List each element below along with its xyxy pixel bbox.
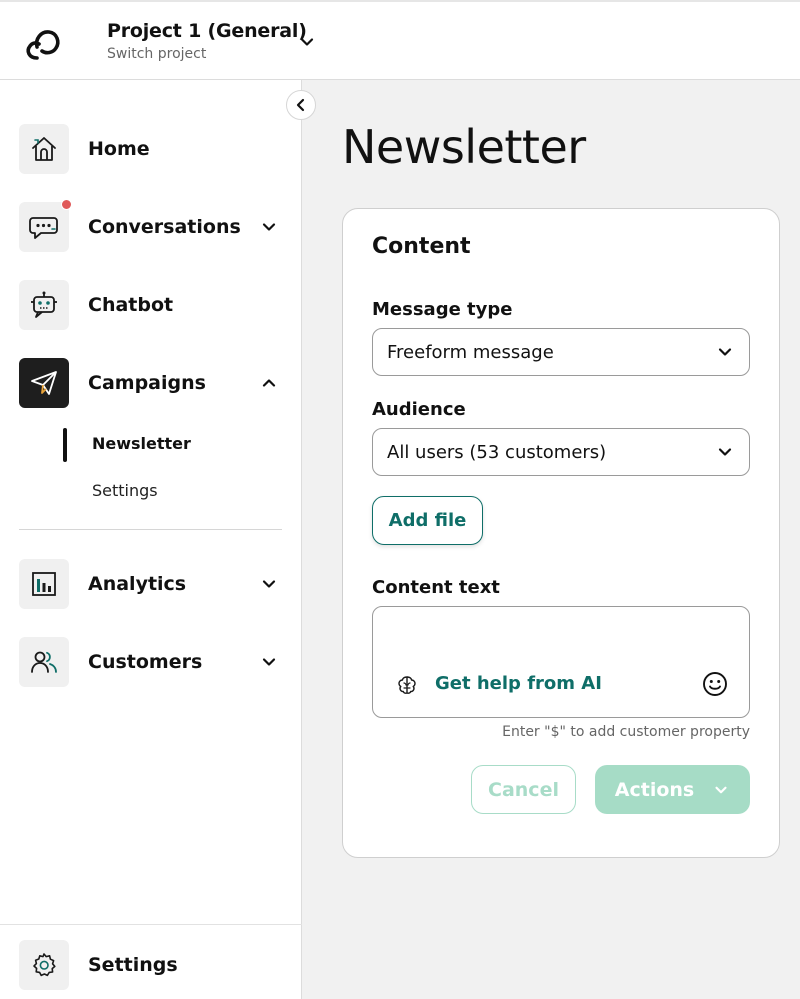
content-text-area[interactable] — [372, 606, 750, 718]
robot-icon — [31, 291, 57, 318]
chevron-down-icon — [718, 448, 732, 456]
sidebar-item-label: Chatbot — [88, 294, 174, 316]
actions-button[interactable]: Actions — [595, 765, 750, 814]
content-text-label: Content text — [372, 577, 500, 598]
sidebar-collapse-button[interactable] — [286, 90, 316, 120]
audience-select[interactable]: All users (53 customers) — [372, 428, 750, 476]
chevron-down-icon[interactable] — [259, 574, 279, 594]
get-help-from-ai-link[interactable]: Get help from AI — [435, 673, 602, 694]
sidebar-item-campaigns[interactable]: Campaigns — [19, 358, 283, 408]
sidebar-item-label: Conversations — [88, 216, 241, 238]
actions-button-label: Actions — [614, 778, 695, 801]
emoji-smiley-icon[interactable] — [702, 671, 728, 697]
message-type-value: Freeform message — [387, 341, 554, 363]
message-type-label: Message type — [372, 299, 513, 320]
home-icon — [32, 137, 56, 161]
sidebar-item-chatbot[interactable]: Chatbot — [19, 280, 283, 330]
home-icon-tile — [19, 124, 69, 174]
content-text-hint: Enter "$" to add customer property — [502, 724, 750, 740]
gear-icon — [33, 953, 56, 977]
audience-value: All users (53 customers) — [387, 441, 607, 463]
sidebar-item-label: Home — [88, 138, 150, 160]
top-bar: Project 1 (General) Switch project — [0, 0, 800, 80]
chevron-left-icon — [296, 98, 305, 112]
chevron-down-icon[interactable] — [259, 217, 279, 237]
chat-bubble-icon-tile — [19, 199, 72, 252]
users-icon-tile — [19, 637, 69, 687]
chat-bubble-icon — [29, 217, 58, 239]
sidebar-item-conversations[interactable]: Conversations — [19, 199, 283, 252]
active-sub-item-indicator — [63, 428, 67, 462]
chevron-down-icon — [715, 786, 727, 793]
cancel-button[interactable]: Cancel — [471, 765, 576, 814]
ai-brain-icon[interactable] — [396, 674, 418, 696]
card-title: Content — [372, 234, 471, 259]
sidebar-footer-label: Settings — [88, 954, 178, 976]
chevron-up-icon[interactable] — [259, 373, 279, 393]
project-title[interactable]: Project 1 (General) — [107, 20, 307, 42]
cloud-logo-icon[interactable] — [22, 22, 64, 64]
bar-chart-icon — [32, 572, 56, 596]
paper-plane-icon — [31, 371, 57, 395]
page-title: Newsletter — [342, 120, 586, 174]
sidebar-footer-divider — [0, 924, 302, 925]
sidebar-item-label: Campaigns — [88, 372, 206, 394]
sidebar-subitem-newsletter[interactable]: Newsletter — [92, 434, 191, 453]
sidebar-item-analytics[interactable]: Analytics — [19, 559, 283, 609]
paper-plane-icon-tile — [19, 358, 69, 408]
chevron-down-icon[interactable] — [297, 32, 317, 52]
sidebar-item-customers[interactable]: Customers — [19, 637, 283, 687]
robot-icon-tile — [19, 280, 69, 330]
sidebar-item-label: Analytics — [88, 573, 187, 595]
sidebar-subitem-settings[interactable]: Settings — [92, 481, 158, 500]
audience-label: Audience — [372, 399, 466, 420]
add-file-button[interactable]: Add file — [372, 496, 483, 545]
sidebar-item-label: Customers — [88, 651, 203, 673]
notification-dot — [61, 199, 72, 210]
users-icon — [31, 651, 57, 673]
sidebar-item-settings[interactable]: Settings — [19, 940, 283, 990]
bar-chart-icon-tile — [19, 559, 69, 609]
chevron-down-icon[interactable] — [259, 652, 279, 672]
sidebar-divider — [19, 529, 282, 530]
sidebar-item-home[interactable]: Home — [19, 124, 283, 174]
message-type-select[interactable]: Freeform message — [372, 328, 750, 376]
switch-project-label[interactable]: Switch project — [107, 46, 206, 62]
chevron-down-icon — [718, 348, 732, 356]
gear-icon-tile — [19, 940, 69, 990]
